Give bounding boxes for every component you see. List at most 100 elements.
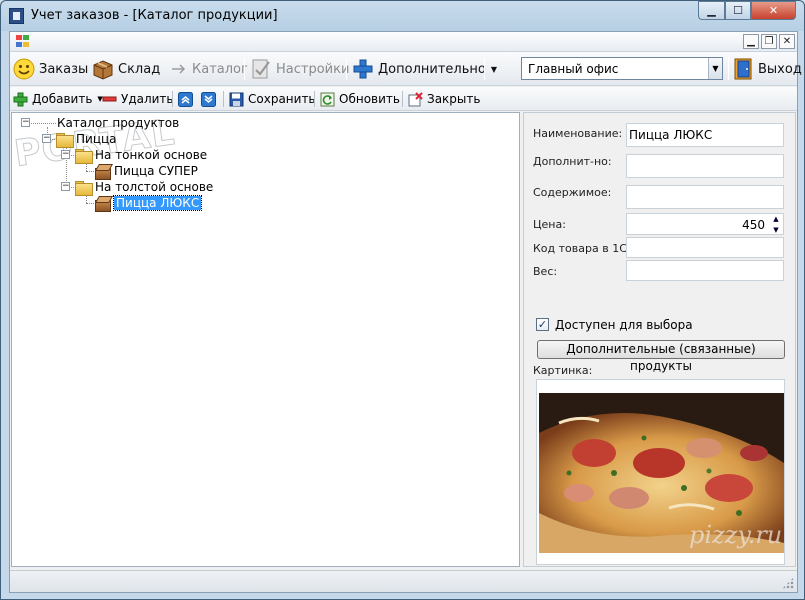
tree-node-thick[interactable]: На толстой основе: [75, 179, 214, 196]
settings-button[interactable]: Настройки: [250, 55, 349, 83]
available-label: Доступен для выбора: [555, 318, 693, 332]
contents-label: Содержимое:: [533, 186, 612, 199]
mdi-strip: ▁ ❐ ✕: [10, 32, 797, 52]
status-bar: [10, 570, 797, 592]
name-field[interactable]: Пицца ЛЮКС: [626, 123, 784, 147]
resize-grip-icon[interactable]: [782, 577, 794, 589]
minus-icon: [102, 92, 117, 107]
mdi-close-button[interactable]: ✕: [779, 34, 795, 49]
folder-icon: [56, 132, 74, 148]
name-value: Пицца ЛЮКС: [629, 128, 713, 142]
tree-node-super[interactable]: Пицца СУПЕР: [94, 163, 198, 180]
actions-toolbar: Добавить ▼ Удалить Сохранить Обновить За…: [10, 87, 797, 111]
properties-panel: Наименование: Пицца ЛЮКС Дополнит-но: Со…: [523, 112, 796, 567]
tree-node-label: На толстой основе: [95, 180, 214, 194]
move-down-button[interactable]: [201, 90, 220, 108]
mdi-child-icon[interactable]: [16, 35, 30, 48]
office-select-value: Главный офис: [528, 62, 619, 76]
settings-check-icon: [250, 58, 272, 80]
refresh-icon: [320, 92, 335, 107]
minimize-button[interactable]: ▁: [698, 1, 725, 20]
double-chevron-up-icon: [178, 91, 193, 107]
tree-node-label: Пицца ЛЮКС: [112, 195, 203, 211]
product-picture: pizzy.ru: [536, 379, 785, 565]
pizza-image: pizzy.ru: [539, 393, 784, 553]
arrow-icon: [170, 58, 188, 80]
price-label: Цена:: [533, 218, 566, 231]
name-label: Наименование:: [533, 127, 623, 140]
collapse-thin-toggle[interactable]: −: [61, 150, 70, 159]
catalog-tree[interactable]: PORTAL − − − − Каталог продуктов Пицца Н…: [11, 111, 520, 567]
save-button[interactable]: Сохранить: [229, 90, 316, 108]
spin-arrows-icon[interactable]: ▲ ▼: [769, 214, 783, 236]
delete-label: Удалить: [121, 92, 174, 106]
title-bar[interactable]: Учет заказов - [Каталог продукции] ▁ ☐ ✕: [1, 1, 804, 31]
orders-button[interactable]: Заказы: [13, 55, 88, 83]
collapse-pizza-toggle[interactable]: −: [42, 134, 51, 143]
tree-line: [26, 123, 56, 124]
maximize-button[interactable]: ☐: [725, 1, 751, 20]
tree-node-label: Каталог продуктов: [57, 116, 180, 130]
delete-button[interactable]: Удалить: [102, 90, 174, 108]
floppy-icon: [229, 92, 244, 107]
tree-node-thin[interactable]: На тонкой основе: [75, 147, 208, 164]
related-products-button[interactable]: Дополнительные (связанные) продукты: [537, 340, 785, 373]
settings-label: Настройки: [276, 61, 350, 77]
collapse-thick-toggle[interactable]: −: [61, 182, 70, 191]
chevron-down-icon[interactable]: ▼: [708, 58, 722, 79]
tree-line: [86, 203, 94, 204]
add-label: Добавить: [32, 92, 93, 106]
tree-node-root[interactable]: Каталог продуктов: [57, 115, 179, 131]
tree-node-label: Пицца: [76, 132, 117, 146]
box-icon: [94, 164, 111, 180]
close-doc-icon: [408, 91, 423, 107]
box-icon: [94, 196, 111, 212]
code-field[interactable]: [626, 237, 784, 258]
exit-button[interactable]: Выход: [732, 55, 802, 83]
extra-label: Дополнит-но:: [533, 155, 612, 168]
refresh-label: Обновить: [339, 92, 400, 106]
box-icon: [92, 58, 114, 80]
price-stepper[interactable]: 450 ▲ ▼: [626, 213, 784, 235]
move-up-button[interactable]: [178, 90, 197, 108]
app-window: Учет заказов - [Каталог продукции] ▁ ☐ ✕…: [0, 0, 805, 600]
app-icon: [9, 8, 24, 24]
orders-label: Заказы: [39, 61, 89, 77]
save-label: Сохранить: [248, 92, 316, 106]
tree-line: [86, 171, 94, 172]
add-button[interactable]: Добавить ▼: [13, 90, 103, 108]
available-checkbox[interactable]: ✓: [536, 318, 549, 331]
close-label: Закрыть: [427, 92, 481, 106]
tree-node-label: На тонкой основе: [95, 148, 208, 162]
catalog-button[interactable]: Каталог: [170, 55, 248, 83]
tree-node-label: Пицца СУПЕР: [114, 164, 198, 178]
weight-label: Вес:: [533, 265, 558, 278]
tree-node-pizza[interactable]: Пицца: [56, 131, 117, 148]
extra-field[interactable]: [626, 154, 784, 178]
office-select[interactable]: Главный офис ▼: [521, 57, 723, 80]
collapse-root-toggle[interactable]: −: [21, 118, 30, 127]
door-icon: [732, 58, 754, 80]
client-area: ▁ ❐ ✕ Заказы Склад Каталог Настройки Доп…: [9, 31, 802, 593]
code-label: Код товара в 1С:: [533, 242, 631, 255]
warehouse-label: Склад: [118, 61, 161, 77]
additional-menu-button[interactable]: Дополнительно ▼: [352, 55, 497, 83]
picture-label: Картинка:: [533, 364, 593, 377]
warehouse-button[interactable]: Склад: [92, 55, 160, 83]
folder-icon: [75, 148, 93, 164]
price-value: 450: [742, 218, 765, 232]
mdi-minimize-button[interactable]: ▁: [743, 34, 759, 49]
tree-node-lux[interactable]: Пицца ЛЮКС: [94, 195, 203, 212]
window-title: Учет заказов - [Каталог продукции]: [31, 8, 278, 23]
picture-watermark: pizzy.ru: [689, 521, 782, 549]
contents-field[interactable]: [626, 185, 784, 209]
refresh-button[interactable]: Обновить: [320, 90, 400, 108]
close-button[interactable]: ✕: [751, 1, 796, 20]
mdi-restore-button[interactable]: ❐: [761, 34, 777, 49]
folder-icon: [75, 180, 93, 196]
close-form-button[interactable]: Закрыть: [408, 90, 480, 108]
smiley-icon: [13, 58, 35, 80]
weight-field[interactable]: [626, 260, 784, 281]
plus-icon: [352, 58, 374, 80]
plus-icon: [13, 92, 28, 107]
